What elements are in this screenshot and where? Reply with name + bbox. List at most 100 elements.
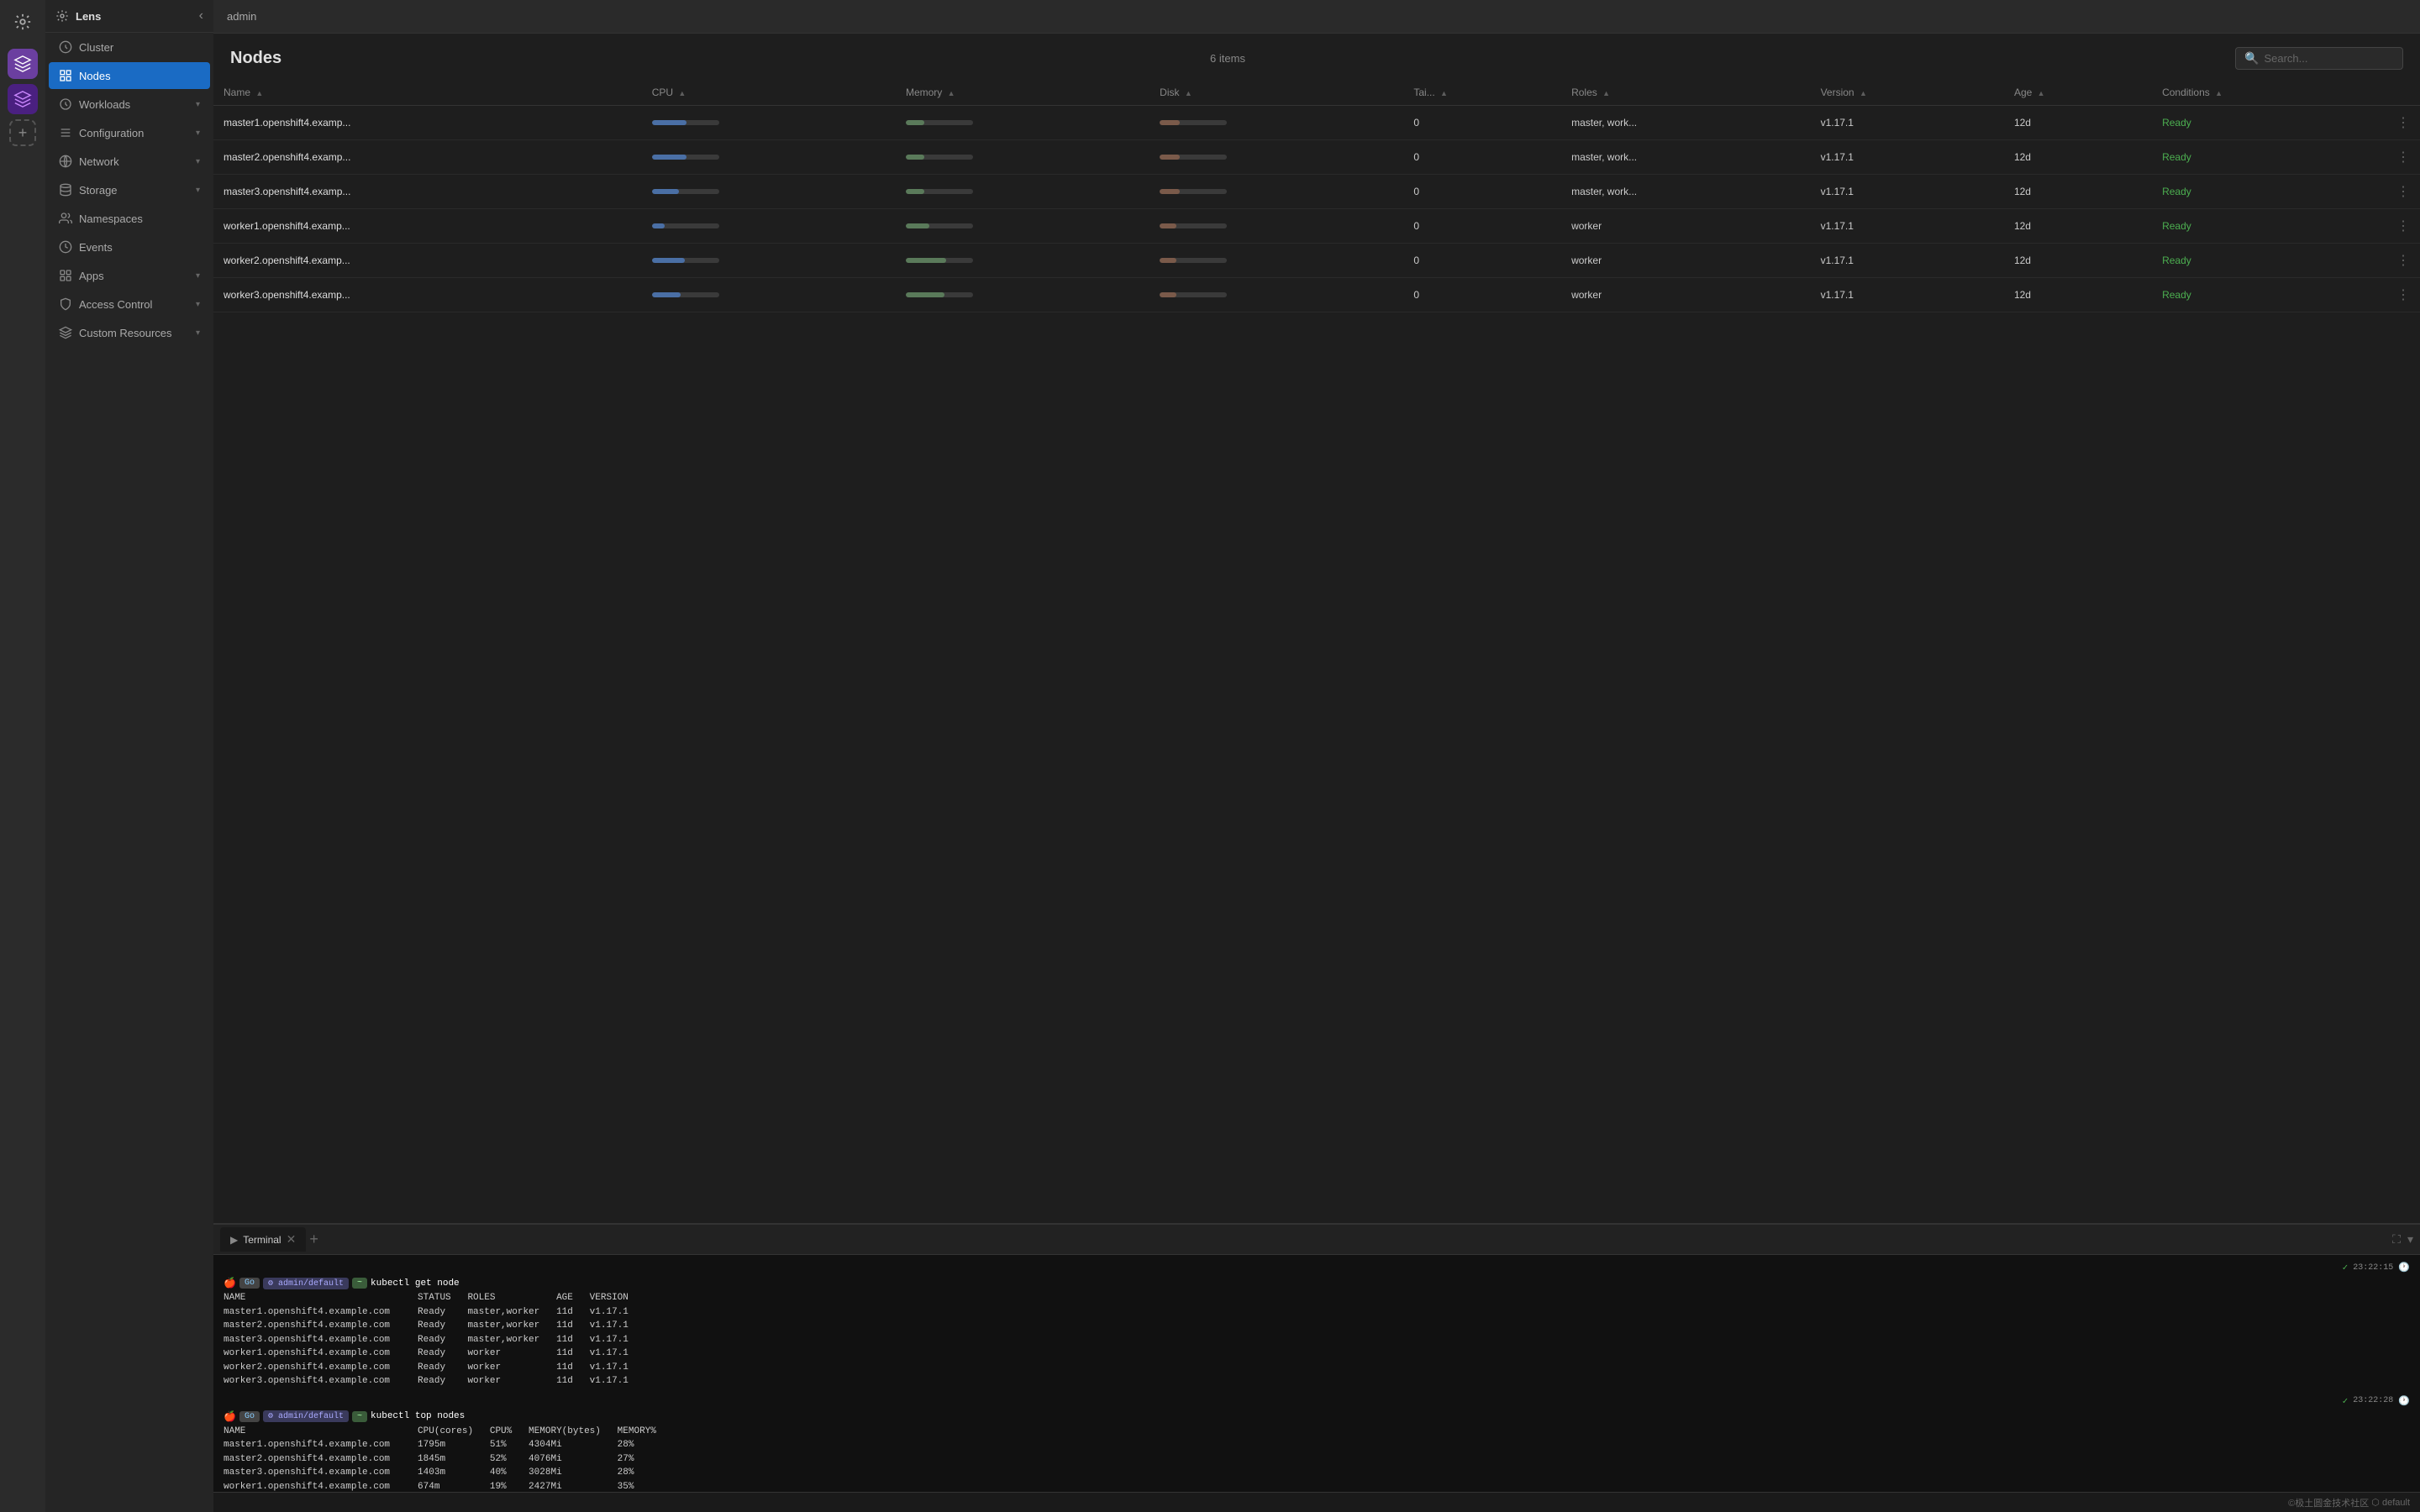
table-row[interactable]: worker3.openshift4.examp... 0 worker v1.…: [213, 278, 2420, 312]
status-badge: Ready: [2162, 186, 2191, 197]
col-name[interactable]: Name ▲: [213, 80, 642, 106]
cmd-1: kubectl get node: [371, 1278, 460, 1289]
search-box[interactable]: 🔍: [2235, 47, 2403, 70]
cell-menu[interactable]: ⋮: [2386, 278, 2420, 312]
terminal-chevron-button[interactable]: ▾: [2407, 1232, 2413, 1247]
col-actions: [2386, 80, 2420, 106]
terminal-actions: ⛶ ▾: [2392, 1232, 2413, 1247]
table-row[interactable]: master1.openshift4.examp... 0 master, wo…: [213, 106, 2420, 140]
cell-menu[interactable]: ⋮: [2386, 244, 2420, 278]
table-row[interactable]: worker1.openshift4.examp... 0 worker v1.…: [213, 209, 2420, 244]
cell-memory: [896, 140, 1150, 175]
cpu-bar-container: [652, 258, 719, 263]
sidebar-item-apps[interactable]: Apps ▾: [49, 262, 210, 289]
col-age[interactable]: Age ▲: [2004, 80, 2152, 106]
nodes-count: 6 items: [1210, 52, 1245, 65]
terminal-close-button[interactable]: ✕: [287, 1232, 297, 1247]
cluster-dock-icon[interactable]: [8, 49, 38, 79]
table-row[interactable]: master3.openshift4.examp... 0 master, wo…: [213, 175, 2420, 209]
row-menu-button[interactable]: ⋮: [2396, 116, 2410, 130]
cell-menu[interactable]: ⋮: [2386, 140, 2420, 175]
terminal-panel: ▶ Terminal ✕ + ⛶ ▾ ✓ 23:22:15 🕐 �: [213, 1223, 2420, 1492]
row-menu-button[interactable]: ⋮: [2396, 150, 2410, 165]
mem-bar-fill: [906, 258, 946, 263]
sidebar-item-cluster[interactable]: Cluster: [49, 34, 210, 60]
terminal-tab-icon: ▶: [230, 1234, 238, 1246]
custom-resources-chevron: ▾: [196, 328, 200, 338]
col-conditions[interactable]: Conditions ▲: [2152, 80, 2386, 106]
cell-menu[interactable]: ⋮: [2386, 175, 2420, 209]
cell-roles: master, work...: [1561, 175, 1810, 209]
terminal-prompt-2: 🍎 Go ⚙ admin/default ~ kubectl top nodes: [224, 1410, 2410, 1423]
cell-age: 12d: [2004, 106, 2152, 140]
sidebar-item-nodes[interactable]: Nodes: [49, 62, 210, 89]
cell-cpu: [642, 278, 896, 312]
sidebar: Lens ‹ Cluster Nodes Workloads ▾ Configu…: [45, 0, 213, 1512]
sidebar-nodes-label: Nodes: [79, 70, 200, 82]
cell-roles: worker: [1561, 278, 1810, 312]
status-badge: Ready: [2162, 117, 2191, 129]
cell-disk: [1150, 175, 1403, 209]
terminal-expand-button[interactable]: ⛶: [2392, 1232, 2401, 1247]
terminal-output-2: NAME CPU(cores) CPU% MEMORY(bytes) MEMOR…: [224, 1425, 2410, 1493]
add-cluster-button[interactable]: +: [9, 119, 36, 146]
cell-name: worker3.openshift4.examp...: [213, 278, 642, 312]
active-cluster-icon[interactable]: [8, 84, 38, 114]
cell-age: 12d: [2004, 140, 2152, 175]
disk-bar-container: [1160, 258, 1227, 263]
cpu-bar-container: [652, 155, 719, 160]
sidebar-access-control-label: Access Control: [79, 298, 189, 311]
row-menu-button[interactable]: ⋮: [2396, 219, 2410, 234]
sidebar-item-events[interactable]: Events: [49, 234, 210, 260]
sidebar-item-storage[interactable]: Storage ▾: [49, 176, 210, 203]
cell-age: 12d: [2004, 278, 2152, 312]
cpu-bar-fill: [652, 223, 665, 228]
sidebar-item-configuration[interactable]: Configuration ▾: [49, 119, 210, 146]
table-row[interactable]: master2.openshift4.examp... 0 master, wo…: [213, 140, 2420, 175]
workloads-chevron: ▾: [196, 100, 200, 109]
mem-bar-container: [906, 292, 973, 297]
col-version[interactable]: Version ▲: [1811, 80, 2004, 106]
sidebar-item-custom-resources[interactable]: Custom Resources ▾: [49, 319, 210, 346]
row-menu-button[interactable]: ⋮: [2396, 185, 2410, 199]
col-cpu[interactable]: CPU ▲: [642, 80, 896, 106]
cell-menu[interactable]: ⋮: [2386, 209, 2420, 244]
sidebar-item-network[interactable]: Network ▾: [49, 148, 210, 175]
sidebar-header: Lens ‹: [45, 0, 213, 33]
sidebar-workloads-label: Workloads: [79, 98, 189, 111]
success-icon-2: ✓: [2343, 1395, 2349, 1407]
header-bar: admin: [213, 0, 2420, 34]
sidebar-item-workloads[interactable]: Workloads ▾: [49, 91, 210, 118]
status-cluster-name: default: [2382, 1498, 2410, 1508]
sidebar-item-access-control[interactable]: Access Control ▾: [49, 291, 210, 318]
table-row[interactable]: worker2.openshift4.examp... 0 worker v1.…: [213, 244, 2420, 278]
search-input[interactable]: [2264, 52, 2394, 65]
cell-version: v1.17.1: [1811, 140, 2004, 175]
cell-cpu: [642, 140, 896, 175]
col-memory[interactable]: Memory ▲: [896, 80, 1150, 106]
lens-logo[interactable]: [8, 7, 38, 37]
cmd-2: kubectl top nodes: [371, 1411, 465, 1421]
storage-chevron: ▾: [196, 186, 200, 195]
clock-icon-1: 🕐: [2398, 1262, 2410, 1273]
row-menu-button[interactable]: ⋮: [2396, 288, 2410, 302]
cell-status: Ready: [2152, 278, 2386, 312]
terminal-add-tab-button[interactable]: +: [309, 1231, 318, 1248]
cell-taints: 0: [1403, 209, 1561, 244]
disk-bar-fill: [1160, 120, 1180, 125]
terminal-tab[interactable]: ▶ Terminal ✕: [220, 1227, 306, 1252]
cell-version: v1.17.1: [1811, 175, 2004, 209]
sidebar-storage-label: Storage: [79, 184, 189, 197]
mem-bar-fill: [906, 223, 929, 228]
sidebar-collapse-button[interactable]: ‹: [199, 8, 203, 24]
cell-status: Ready: [2152, 175, 2386, 209]
col-taints[interactable]: Tai... ▲: [1403, 80, 1561, 106]
cell-menu[interactable]: ⋮: [2386, 106, 2420, 140]
sidebar-item-namespaces[interactable]: Namespaces: [49, 205, 210, 232]
row-menu-button[interactable]: ⋮: [2396, 254, 2410, 268]
disk-bar-fill: [1160, 258, 1176, 263]
col-disk[interactable]: Disk ▲: [1150, 80, 1403, 106]
col-roles[interactable]: Roles ▲: [1561, 80, 1810, 106]
timestamp-1: 23:22:15: [2353, 1263, 2393, 1273]
cell-disk: [1150, 106, 1403, 140]
